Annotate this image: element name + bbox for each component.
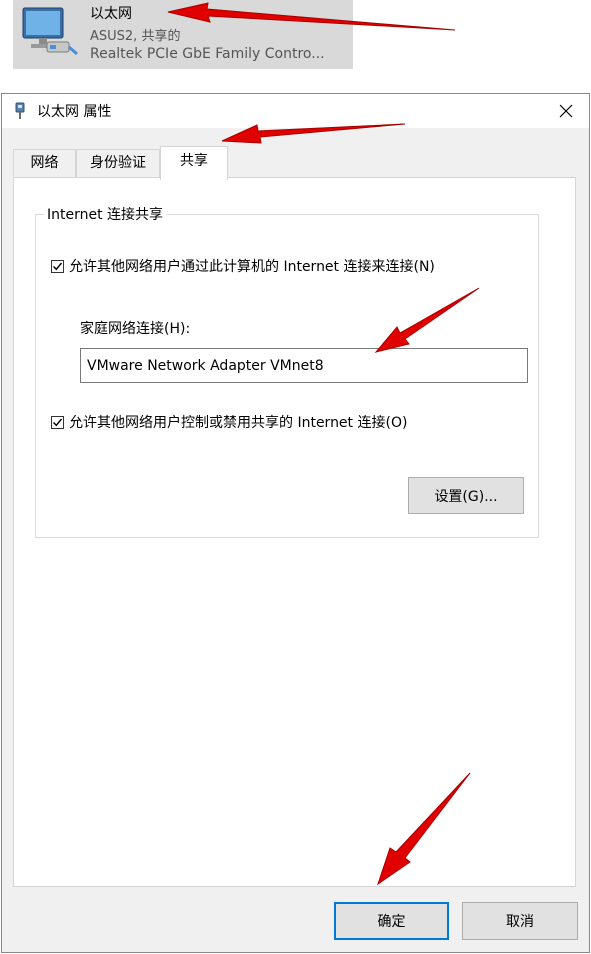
dialog-title: 以太网 属性: [37, 104, 112, 120]
settings-button[interactable]: 设置(G)...: [408, 477, 524, 514]
adapter-status: ASUS2, 共享的: [90, 29, 181, 44]
ethernet-plug-icon: [14, 102, 26, 120]
ok-button[interactable]: 确定: [334, 902, 449, 940]
home-network-label: 家庭网络连接(H):: [80, 321, 191, 337]
tab-authentication[interactable]: 身份验证: [76, 149, 160, 177]
adapter-device: Realtek PCIe GbE Family Contro...: [90, 46, 325, 62]
tab-network[interactable]: 网络: [13, 149, 76, 177]
close-icon: [559, 104, 573, 118]
adapter-name: 以太网: [90, 6, 132, 22]
allow-connect-row[interactable]: 允许其他网络用户通过此计算机的 Internet 连接来连接(N): [51, 256, 435, 276]
home-network-field[interactable]: [80, 348, 528, 383]
allow-control-checkbox[interactable]: [51, 415, 64, 429]
tab-sharing[interactable]: 共享: [160, 146, 228, 180]
allow-connect-label: 允许其他网络用户通过此计算机的 Internet 连接来连接(N): [69, 259, 435, 275]
ics-group: Internet 连接共享 允许其他网络用户通过此计算机的 Internet 连…: [35, 204, 539, 538]
checkmark-icon: [53, 418, 63, 426]
allow-control-label: 允许其他网络用户控制或禁用共享的 Internet 连接(O): [69, 415, 408, 431]
allow-control-row[interactable]: 允许其他网络用户控制或禁用共享的 Internet 连接(O): [51, 412, 407, 432]
ethernet-adapter-tile[interactable]: 以太网 ASUS2, 共享的 Realtek PCIe GbE Family C…: [13, 0, 353, 69]
dialog-titlebar[interactable]: 以太网 属性: [2, 94, 589, 128]
checkmark-icon: [53, 262, 63, 270]
sharing-panel: Internet 连接共享 允许其他网络用户通过此计算机的 Internet 连…: [13, 177, 576, 887]
close-button[interactable]: [543, 94, 589, 128]
cancel-button[interactable]: 取消: [462, 902, 578, 940]
ics-group-title: Internet 连接共享: [44, 204, 167, 224]
network-adapter-icon: [17, 4, 79, 60]
ethernet-properties-dialog: 以太网 属性 网络 身份验证 共享 Internet 连接共享 允许其他网络用户…: [1, 93, 590, 953]
allow-connect-checkbox[interactable]: [51, 259, 64, 273]
